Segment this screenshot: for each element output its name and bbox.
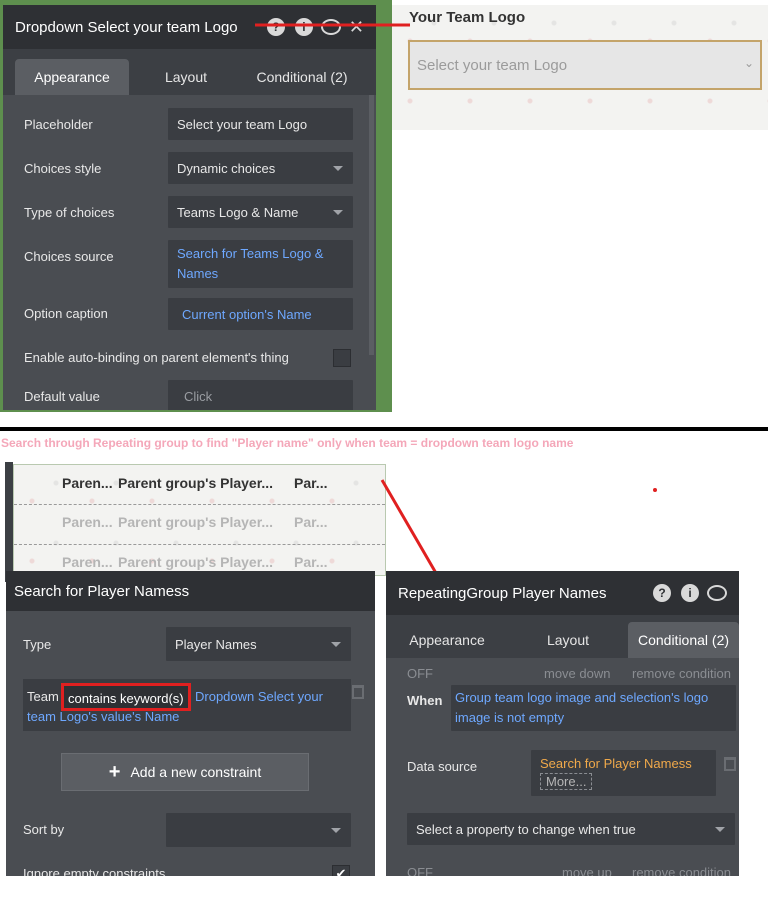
remove-condition-link[interactable]: remove condition [632,666,731,681]
move-up-link[interactable]: move up [562,865,612,876]
ignore-empty-checkbox[interactable]: ✔ [332,865,350,876]
annotation-connector-diagonal [380,479,442,581]
table-row: Paren... Parent group's Player... Par... [14,505,385,545]
repeating-group-preview[interactable]: Paren... Parent group's Player... Par...… [13,464,386,576]
choices-style-value: Dynamic choices [177,160,276,176]
move-down-link[interactable]: move down [544,666,610,681]
condition2-off-toggle[interactable]: OFF [407,865,433,876]
property-select[interactable]: Select a property to change when true [407,813,735,845]
search-type-select[interactable]: Player Names [166,627,351,661]
dropdown-panel-title: Dropdown Select your team Logo [15,18,238,36]
sort-by-label: Sort by [23,822,65,837]
chevron-down-icon [331,828,341,833]
repeating-group-panel: RepeatingGroup Player Names ? i Appearan… [386,571,739,876]
tab-appearance[interactable]: Appearance [386,622,508,658]
autobind-checkbox[interactable] [333,349,351,367]
dropdown-property-panel: Dropdown Select your team Logo ? i ✕ App… [3,5,376,410]
search-panel-header: Search for Player Namess [6,571,375,611]
rg-panel-header: RepeatingGroup Player Names ? i [386,571,739,615]
add-constraint-label: Add a new constraint [130,764,262,780]
tab-conditional[interactable]: Conditional (2) [243,59,361,95]
chevron-down-icon [331,642,341,647]
when-label: When [407,693,443,708]
team-logo-dropdown-placeholder: Select your team Logo [417,56,568,74]
tab-layout[interactable]: Layout [508,622,628,658]
search-type-label: Type [23,637,52,652]
constraint-row[interactable]: Team contains keyword(s) Dropdown Select… [23,679,351,731]
type-of-choices-value: Teams Logo & Name [177,204,299,220]
annotation-connector-top [255,23,410,27]
condition-toolbar: OFF move down remove condition [386,658,739,688]
trash-icon[interactable] [724,757,736,771]
autobind-label: Enable auto-binding on parent element's … [24,350,289,365]
tab-layout[interactable]: Layout [129,59,243,95]
more-button[interactable]: More... [540,773,593,790]
dropdown-panel-tabs: Appearance Layout Conditional (2) [3,49,376,95]
data-source-label: Data source [407,759,478,774]
plus-icon: + [108,760,121,783]
ignore-empty-label: Ignore empty constraints [23,866,166,876]
annotation-dot [653,488,657,492]
rg-panel-tabs: Appearance Layout Conditional (2) [386,615,739,658]
choices-source-expression[interactable]: Search for Teams Logo & Names [168,240,353,288]
comment-icon[interactable] [707,585,727,601]
row-cell-extra: Par... [294,554,328,570]
choices-style-select[interactable]: Dynamic choices [168,152,353,184]
tab-appearance[interactable]: Appearance [15,59,129,95]
data-source-value: Search for Player Namess [540,756,692,771]
property-select-placeholder: Select a property to change when true [416,821,636,837]
default-value-input[interactable]: Click [168,380,353,410]
row-cell-parent: Paren... [62,554,113,570]
condition2-toolbar: OFF move up remove condition [386,863,739,876]
placeholder-input[interactable]: Select your team Logo [168,108,353,140]
row-cell-player: Parent group's Player... [118,554,274,570]
type-of-choices-label: Type of choices [24,205,115,220]
placeholder-label: Placeholder [24,117,93,132]
remove-condition2-link[interactable]: remove condition [632,865,731,876]
annotation-text: Search through Repeating group to find "… [1,436,574,450]
panel-scrollbar[interactable] [369,95,374,355]
trash-icon[interactable] [352,685,364,699]
default-value-label: Default value [24,389,100,404]
chevron-down-icon [333,166,343,171]
sort-by-select[interactable] [166,813,351,847]
choices-style-label: Choices style [24,161,102,176]
option-caption-expression[interactable]: Current option's Name [168,298,353,330]
type-of-choices-select[interactable]: Teams Logo & Name [168,196,353,228]
chevron-down-icon [333,210,343,215]
data-source-expression[interactable]: Search for Player Namess More... [531,750,716,796]
rg-panel-title: RepeatingGroup Player Names [398,584,607,602]
search-panel-title: Search for Player Namess [14,582,190,600]
row-cell-parent: Paren... [62,514,113,530]
tab-conditional[interactable]: Conditional (2) [628,622,739,658]
row-cell-parent: Paren... [62,475,113,491]
when-expression[interactable]: Group team logo image and selection's lo… [451,685,736,731]
checkmark-icon: ✔ [335,866,347,876]
team-logo-dropdown[interactable]: Select your team Logo ⌄ [408,40,762,90]
constraint-value[interactable]: Dropdown Select your team Logo's value's… [27,687,342,727]
chevron-down-icon: ⌄ [743,56,754,70]
section-divider [0,427,768,431]
search-type-value: Player Names [175,636,257,652]
row-cell-player: Parent group's Player... [118,514,274,530]
table-row: Paren... Parent group's Player... Par... [14,465,385,505]
row-cell-player: Parent group's Player... [118,475,274,491]
row-cell-extra: Par... [294,475,328,491]
preview-label: Your Team Logo [409,9,526,26]
search-constraint-panel: Search for Player Namess Type Player Nam… [6,571,375,876]
add-constraint-button[interactable]: + Add a new constraint [61,753,309,791]
option-caption-label: Option caption [24,306,108,321]
info-icon[interactable]: i [681,584,699,602]
chevron-down-icon [715,827,725,832]
help-icon[interactable]: ? [653,584,671,602]
bottom-left-edge [5,462,13,582]
row-cell-extra: Par... [294,514,328,530]
condition-off-toggle[interactable]: OFF [407,666,433,681]
choices-source-label: Choices source [24,249,114,264]
